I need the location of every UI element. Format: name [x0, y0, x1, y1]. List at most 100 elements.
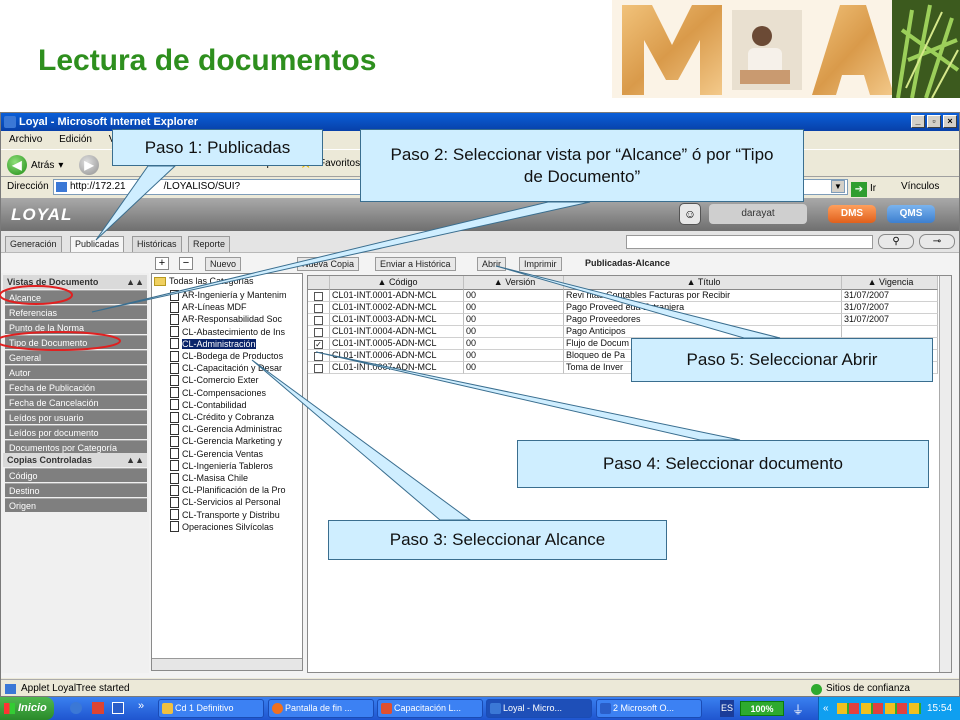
tab-historicas[interactable]: Históricas [132, 236, 182, 252]
task-capacitacion[interactable]: Capacitación L... [377, 699, 483, 718]
tree-item[interactable]: AR-Ingeniería y Mantenim [170, 289, 287, 301]
tree-item[interactable]: AR-Líneas MDF [170, 301, 247, 313]
tree-item[interactable]: CL-Masisa Chile [170, 472, 248, 484]
imprimir-button[interactable]: Imprimir [519, 257, 562, 271]
nav-item-tipo-de-documento[interactable]: Tipo de Documento [5, 335, 147, 349]
quicklaunch-ie-icon[interactable] [70, 702, 82, 714]
tree-item[interactable]: CL-Gerencia Ventas [170, 448, 263, 460]
cell-codigo: CL01-INT.0004-ADN-MCL [330, 326, 464, 338]
nav-item-general[interactable]: General [5, 350, 147, 364]
chevron-right-icon[interactable]: » [138, 700, 144, 712]
tree-item-label: CL-Gerencia Administrac [182, 424, 283, 435]
favorites-label[interactable]: Favoritos [319, 158, 360, 169]
menu-edicion[interactable]: Edición [59, 134, 92, 145]
tree-item[interactable]: CL-Administración [170, 338, 256, 350]
enviar-historica-button[interactable]: Enviar a Histórica [375, 257, 456, 271]
tree-item[interactable]: CL-Transporte y Distribu [170, 509, 280, 521]
row-checkbox[interactable] [314, 316, 323, 325]
document-icon [170, 326, 179, 338]
table-row[interactable]: CL01-INT.0001-ADN-MCL 00 Revi ntas Contabl… [308, 290, 951, 302]
tree-item[interactable]: Operaciones Silvícolas [170, 521, 274, 533]
grid-scrollbar[interactable] [939, 276, 951, 672]
tree-item[interactable]: AR-Responsabilidad Soc [170, 313, 282, 325]
tree-item[interactable]: CL-Gerencia Administrac [170, 423, 282, 435]
nav-item-origen[interactable]: Origen [5, 498, 147, 512]
tree-scrollbar[interactable] [152, 658, 302, 670]
tab-generacion[interactable]: Generación [5, 236, 62, 252]
forward-arrow-icon[interactable]: ▶ [79, 155, 99, 175]
tree-item[interactable]: CL-Ingeniería Tableros [170, 460, 273, 472]
row-checkbox[interactable]: ✓ [314, 340, 323, 349]
nav-item-punto-de-la-norma[interactable]: Punto de la Norma [5, 320, 147, 334]
dms-button[interactable]: DMS [828, 205, 876, 223]
back-button[interactable]: ◀ Atrás ▾ [7, 155, 63, 175]
tab-reporte[interactable]: Reporte [188, 236, 231, 252]
menu-archivo[interactable]: Archivo [9, 134, 42, 145]
expand-all-icon[interactable]: + [155, 257, 169, 270]
quicklaunch-app-icon[interactable] [92, 702, 104, 714]
tree-item[interactable]: CL-Contabilidad [170, 399, 247, 411]
nav-item-fecha-de-publicacion[interactable]: Fecha de Publicación [5, 380, 147, 394]
col-titulo[interactable]: ▲ Título [564, 276, 842, 290]
tree-item[interactable]: CL-Capacitación y Desar [170, 362, 282, 374]
collapse-all-icon[interactable]: − [179, 257, 193, 270]
links-label[interactable]: Vínculos [901, 177, 939, 197]
close-icon[interactable]: × [943, 115, 957, 128]
col-codigo[interactable]: ▲ Código [330, 276, 464, 290]
task-pantalla[interactable]: Pantalla de fin ... [268, 699, 374, 718]
key-icon[interactable]: ⊸ [919, 234, 955, 249]
task-word[interactable]: 2 Microsoft O... [596, 699, 702, 718]
chevron-left-icon[interactable]: « [823, 697, 829, 720]
user-icon[interactable]: ☺ [679, 203, 701, 225]
nueva-copia-button[interactable]: Nueva Copia [297, 257, 360, 271]
nav-item-documentos-por-categoria[interactable]: Documentos por Categoría [5, 440, 147, 454]
language-indicator[interactable]: ES [720, 700, 734, 717]
quicklaunch-word-icon[interactable] [112, 702, 124, 714]
section-copias[interactable]: Copias Controladas ▲▲ [3, 453, 147, 467]
tab-publicadas[interactable]: Publicadas [70, 236, 125, 252]
maximize-icon[interactable]: ▫ [927, 115, 941, 128]
nav-item-leidos-por-usuario[interactable]: Leídos por usuario [5, 410, 147, 424]
tree-item[interactable]: CL-Gerencia Marketing y [170, 435, 282, 447]
col-vigencia[interactable]: ▲ Vigencia [842, 276, 938, 290]
table-row[interactable]: CL01-INT.0002-ADN-MCL 00 Pago Proveed eda … [308, 302, 951, 314]
row-checkbox[interactable] [314, 328, 323, 337]
search-input[interactable] [626, 235, 873, 249]
qms-button[interactable]: QMS [887, 205, 935, 223]
search-icon[interactable]: ⚲ [878, 234, 914, 249]
tree-item[interactable]: CL-Comercio Exter [170, 374, 259, 386]
tree-root[interactable]: Todas las Categorías [154, 276, 254, 286]
nuevo-button[interactable]: Nuevo [205, 257, 242, 271]
tree-item[interactable]: CL-Servicios al Personal [170, 496, 281, 508]
tree-item[interactable]: CL-Planificación de la Pro [170, 484, 286, 496]
start-button[interactable]: Inicio [0, 697, 54, 720]
table-row[interactable]: CL01-INT.0004-ADN-MCL 00 Pago Anticipos [308, 326, 951, 338]
row-checkbox[interactable] [314, 364, 323, 373]
nav-item-codigo[interactable]: Código [5, 468, 147, 482]
tree-item[interactable]: CL-Crédito y Cobranza [170, 411, 274, 423]
nav-item-alcance[interactable]: Alcance [5, 290, 147, 304]
row-checkbox[interactable] [314, 304, 323, 313]
address-dropdown-icon[interactable]: ▼ [831, 180, 845, 193]
nav-item-leidos-por-documento[interactable]: Leídos por documento [5, 425, 147, 439]
tree-item[interactable]: CL-Compensaciones [170, 387, 266, 399]
tree-item[interactable]: CL-Abastecimiento de Ins [170, 326, 285, 338]
document-icon [170, 289, 179, 301]
task-loyal[interactable]: Loyal - Micro... [486, 699, 592, 718]
nav-item-fecha-de-cancelacion[interactable]: Fecha de Cancelación [5, 395, 147, 409]
table-row[interactable]: CL01-INT.0003-ADN-MCL 00 Pago Proveedores 3… [308, 314, 951, 326]
row-checkbox[interactable] [314, 292, 323, 301]
col-version[interactable]: ▲ Versión [464, 276, 564, 290]
row-checkbox[interactable] [314, 352, 323, 361]
task-cd1[interactable]: Cd 1 Definitivo [158, 699, 264, 718]
nav-item-destino[interactable]: Destino [5, 483, 147, 497]
document-icon [170, 301, 179, 313]
minimize-icon[interactable]: _ [911, 115, 925, 128]
abrir-button[interactable]: Abrir [477, 257, 507, 271]
tree-item[interactable]: CL-Bodega de Productos [170, 350, 283, 362]
section-vistas[interactable]: Vistas de Documento ▲▲ [3, 275, 147, 289]
go-button[interactable]: ➔ Ir [851, 179, 876, 199]
tray-icons[interactable] [837, 703, 921, 714]
nav-item-autor[interactable]: Autor [5, 365, 147, 379]
nav-item-referencias[interactable]: Referencias [5, 305, 147, 319]
